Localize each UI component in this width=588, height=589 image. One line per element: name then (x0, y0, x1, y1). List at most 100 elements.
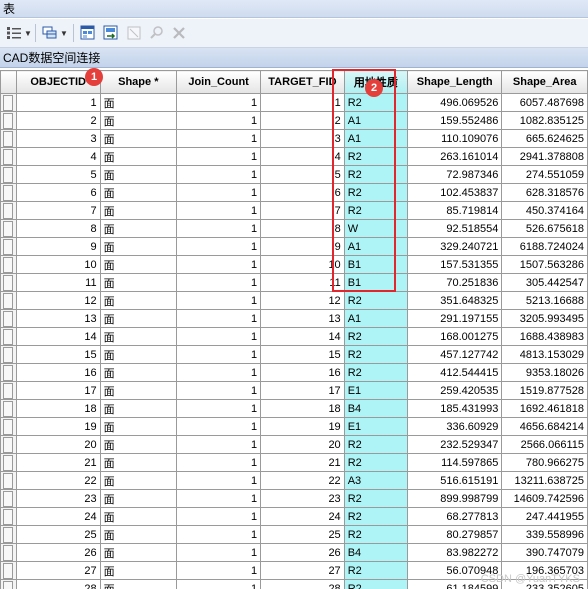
row-selector[interactable] (0, 489, 17, 508)
table-cell[interactable]: 1 (15, 93, 101, 112)
table-cell[interactable]: 114.597865 (407, 453, 503, 472)
table-cell[interactable]: 1519.877528 (501, 381, 588, 400)
table-row[interactable]: 15 面 1 15 R2 457.127742 4813.153029 (0, 345, 588, 364)
table-cell[interactable]: R2 (343, 183, 409, 202)
table-row[interactable]: 25 面 1 25 R2 80.279857 339.558996 (0, 525, 588, 544)
table-cell[interactable]: 305.442547 (501, 273, 588, 292)
column-header-shape-length[interactable]: Shape_Length (407, 70, 503, 94)
table-row[interactable]: 21 面 1 21 R2 114.597865 780.966275 (0, 453, 588, 472)
table-cell[interactable]: 25 (260, 525, 345, 544)
table-cell[interactable]: E1 (343, 381, 409, 400)
table-cell[interactable]: A1 (343, 111, 409, 130)
table-row[interactable]: 9 面 1 9 A1 329.240721 6188.724024 (0, 237, 588, 256)
table-cell[interactable]: 12 (15, 291, 101, 310)
table-tab[interactable]: CAD数据空间连接 (0, 48, 588, 68)
row-selector[interactable] (0, 93, 17, 112)
table-cell[interactable]: 1 (176, 399, 262, 418)
table-cell[interactable]: 14 (15, 327, 101, 346)
row-selector[interactable] (0, 291, 17, 310)
table-cell[interactable]: 面 (99, 489, 178, 508)
table-row[interactable]: 6 面 1 6 R2 102.453837 628.318576 (0, 183, 588, 202)
table-cell[interactable]: 17 (260, 381, 345, 400)
table-cell[interactable]: 14609.742596 (501, 489, 588, 508)
table-cell[interactable]: 1 (176, 579, 262, 589)
table-cell[interactable]: 274.551059 (501, 165, 588, 184)
table-cell[interactable]: 21 (15, 453, 101, 472)
table-cell[interactable]: 232.529347 (407, 435, 503, 454)
table-cell[interactable]: 1 (176, 327, 262, 346)
table-cell[interactable]: B4 (343, 543, 409, 562)
row-selector[interactable] (0, 381, 17, 400)
table-row[interactable]: 2 面 1 2 A1 159.552486 1082.835125 (0, 111, 588, 130)
row-selector[interactable] (0, 345, 17, 364)
table-cell[interactable]: 22 (260, 471, 345, 490)
table-row[interactable]: 22 面 1 22 A3 516.615191 13211.638725 (0, 471, 588, 490)
table-cell[interactable]: 面 (99, 399, 178, 418)
table-row[interactable]: 12 面 1 12 R2 351.648325 5213.16688 (0, 291, 588, 310)
table-cell[interactable]: A1 (343, 309, 409, 328)
table-cell[interactable]: 16 (260, 363, 345, 382)
table-cell[interactable]: 1688.438983 (501, 327, 588, 346)
table-cell[interactable]: 19 (15, 417, 101, 436)
table-cell[interactable]: 14 (260, 327, 345, 346)
table-cell[interactable]: 3 (260, 129, 345, 148)
table-cell[interactable]: 面 (99, 381, 178, 400)
table-cell[interactable]: 780.966275 (501, 453, 588, 472)
table-cell[interactable]: 7 (15, 201, 101, 220)
table-cell[interactable]: R2 (343, 435, 409, 454)
table-cell[interactable]: 12 (260, 291, 345, 310)
row-selector[interactable] (0, 363, 17, 382)
row-selector[interactable] (0, 237, 17, 256)
table-cell[interactable]: 面 (99, 165, 178, 184)
select-by-attributes-button[interactable] (80, 24, 96, 42)
table-cell[interactable]: 面 (99, 93, 178, 112)
table-cell[interactable]: 面 (99, 129, 178, 148)
table-cell[interactable]: 1 (176, 219, 262, 238)
table-cell[interactable]: 110.109076 (407, 129, 503, 148)
zoom-to-selected-button[interactable] (149, 24, 165, 42)
table-cell[interactable]: 面 (99, 147, 178, 166)
table-cell[interactable]: 1 (176, 273, 262, 292)
table-cell[interactable]: 2941.378808 (501, 147, 588, 166)
table-cell[interactable]: 面 (99, 507, 178, 526)
table-cell[interactable]: 351.648325 (407, 291, 503, 310)
table-cell[interactable]: 1 (176, 147, 262, 166)
table-cell[interactable]: A1 (343, 129, 409, 148)
table-cell[interactable]: 面 (99, 327, 178, 346)
table-row[interactable]: 5 面 1 5 R2 72.987346 274.551059 (0, 165, 588, 184)
table-cell[interactable]: 329.240721 (407, 237, 503, 256)
row-selector[interactable] (0, 327, 17, 346)
table-cell[interactable]: 412.544415 (407, 363, 503, 382)
table-row[interactable]: 4 面 1 4 R2 263.161014 2941.378808 (0, 147, 588, 166)
table-cell[interactable]: R2 (343, 453, 409, 472)
table-cell[interactable]: 4656.684214 (501, 417, 588, 436)
row-selector[interactable] (0, 273, 17, 292)
table-cell[interactable]: 1 (176, 435, 262, 454)
table-cell[interactable]: 1 (176, 183, 262, 202)
row-selector[interactable] (0, 435, 17, 454)
row-selector[interactable] (0, 201, 17, 220)
table-row[interactable]: 20 面 1 20 R2 232.529347 2566.066115 (0, 435, 588, 454)
table-cell[interactable]: 20 (260, 435, 345, 454)
table-cell[interactable]: 665.624625 (501, 129, 588, 148)
table-cell[interactable]: 899.998799 (407, 489, 503, 508)
table-cell[interactable]: W (343, 219, 409, 238)
column-header-shape[interactable]: Shape * (99, 70, 178, 94)
row-selector[interactable] (0, 255, 17, 274)
table-row[interactable]: 1 面 1 1 R2 496.069526 6057.487698 (0, 93, 588, 112)
table-cell[interactable]: 26 (15, 543, 101, 562)
table-cell[interactable]: 2566.066115 (501, 435, 588, 454)
table-cell[interactable]: 185.431993 (407, 399, 503, 418)
table-cell[interactable]: 4813.153029 (501, 345, 588, 364)
table-cell[interactable]: 17 (15, 381, 101, 400)
table-cell[interactable]: 102.453837 (407, 183, 503, 202)
table-cell[interactable]: 面 (99, 111, 178, 130)
table-cell[interactable]: 457.127742 (407, 345, 503, 364)
table-cell[interactable]: 10 (260, 255, 345, 274)
table-cell[interactable]: 1 (176, 201, 262, 220)
table-row[interactable]: 10 面 1 10 B1 157.531355 1507.563286 (0, 255, 588, 274)
table-cell[interactable]: 1 (176, 111, 262, 130)
column-header-target-fid[interactable]: TARGET_FID (260, 70, 345, 94)
table-cell[interactable]: 1 (176, 237, 262, 256)
table-cell[interactable]: 15 (15, 345, 101, 364)
